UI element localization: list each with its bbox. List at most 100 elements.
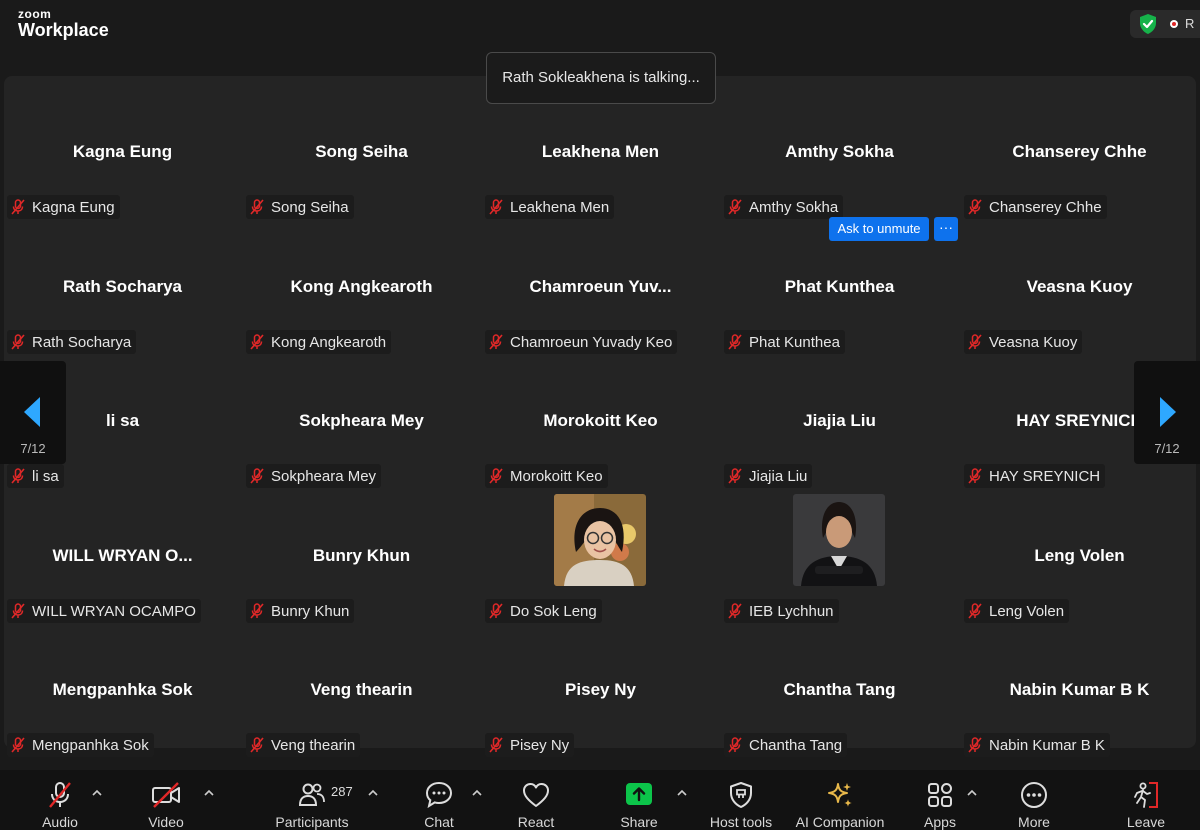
participant-display-name: Nabin Kumar B K xyxy=(1009,680,1150,699)
microphone-muted-icon xyxy=(250,199,264,215)
participant-name-label: HAY SREYNICH xyxy=(964,464,1106,488)
host-tools-shield-icon xyxy=(730,782,752,808)
apps-options-caret-icon[interactable] xyxy=(966,788,978,798)
participant-name: Do Sok Leng xyxy=(510,602,597,620)
participant-tile[interactable]: Morokoitt Keo Morokoitt Keo xyxy=(481,355,720,489)
participant-tile[interactable]: Bunry Khun Bunry Khun xyxy=(242,490,481,624)
participant-name-label: Bunry Khun xyxy=(246,599,355,623)
participant-name: Rath Socharya xyxy=(32,333,132,351)
participant-tile[interactable]: Pisey Ny Pisey Ny xyxy=(481,624,720,758)
participants-count-badge: 287 xyxy=(331,784,353,799)
tile-more-options-button[interactable]: ··· xyxy=(934,217,958,241)
participants-icon xyxy=(298,783,325,806)
participants-options-caret-icon[interactable] xyxy=(367,788,379,798)
participant-photo xyxy=(554,494,646,586)
participant-name-label: Do Sok Leng xyxy=(485,599,602,623)
participant-name-label: Veng thearin xyxy=(246,733,361,757)
participant-display-name: Song Seiha xyxy=(315,142,408,161)
participant-photo xyxy=(793,494,885,586)
participant-name-label: Kagna Eung xyxy=(7,195,120,219)
participants-button[interactable]: Participants xyxy=(262,770,362,830)
microphone-muted-icon xyxy=(728,737,742,753)
shield-check-icon xyxy=(1140,14,1156,34)
participant-tile[interactable]: Chamroeun Yuv... Chamroeun Yuvady Keo xyxy=(481,221,720,355)
participant-name-label: Veasna Kuoy xyxy=(964,330,1083,354)
participant-name-label: Jiajia Liu xyxy=(724,464,813,488)
participant-tile[interactable]: Sokpheara Mey Sokpheara Mey xyxy=(242,355,481,489)
participant-name-label: IEB Lychhun xyxy=(724,599,839,623)
participant-tile[interactable]: Do Sok Leng xyxy=(481,490,720,624)
share-screen-icon xyxy=(626,783,652,805)
participant-tile[interactable]: Kong Angkearoth Kong Angkearoth xyxy=(242,221,481,355)
participant-name-label: Nabin Kumar B K xyxy=(964,733,1110,757)
participant-video xyxy=(554,494,646,586)
audio-button[interactable]: Audio xyxy=(10,770,110,830)
participant-tile[interactable]: Phat Kunthea Phat Kunthea xyxy=(720,221,959,355)
participant-display-name: Chantha Tang xyxy=(783,680,896,699)
microphone-muted-icon xyxy=(250,334,264,350)
security-record-status[interactable]: R xyxy=(1130,10,1200,38)
video-button[interactable]: Video xyxy=(116,770,216,830)
video-options-caret-icon[interactable] xyxy=(203,788,215,798)
chevron-right-icon xyxy=(1160,397,1176,427)
participant-tile[interactable]: Amthy Sokha Amthy Sokha xyxy=(720,86,959,220)
participant-tile[interactable]: Kagna Eung Kagna Eung xyxy=(3,86,242,220)
participant-tile[interactable]: Jiajia Liu Jiajia Liu xyxy=(720,355,959,489)
share-options-caret-icon[interactable] xyxy=(676,788,688,798)
participant-tile[interactable]: IEB Lychhun xyxy=(720,490,959,624)
participant-tile[interactable]: Veng thearin Veng thearin xyxy=(242,624,481,758)
microphone-muted-icon xyxy=(11,603,25,619)
microphone-muted-icon xyxy=(11,334,25,350)
participant-display-name: Rath Socharya xyxy=(62,277,183,296)
participant-name-label: li sa xyxy=(7,464,64,488)
participant-name: Chantha Tang xyxy=(749,736,843,754)
participant-tile[interactable]: Rath Socharya Rath Socharya xyxy=(3,221,242,355)
chat-options-caret-icon[interactable] xyxy=(471,788,483,798)
participant-name: HAY SREYNICH xyxy=(989,467,1101,485)
microphone-muted-icon xyxy=(250,603,264,619)
participant-tile[interactable]: Chantha Tang Chantha Tang xyxy=(720,624,959,758)
participant-tile[interactable]: Leakhena Men Leakhena Men xyxy=(481,86,720,220)
zoom-workplace-logo: zoom Workplace xyxy=(18,8,109,39)
recording-dot-icon xyxy=(1170,20,1178,28)
microphone-muted-icon xyxy=(728,468,742,484)
microphone-muted-icon xyxy=(968,468,982,484)
leave-door-icon xyxy=(1134,782,1158,808)
participant-name-label: Phat Kunthea xyxy=(724,330,845,354)
participant-name: Phat Kunthea xyxy=(749,333,840,351)
participant-display-name: Kagna Eung xyxy=(72,142,173,161)
participant-display-name: Chamroeun Yuv... xyxy=(529,277,672,296)
participant-display-name: Jiajia Liu xyxy=(803,411,876,430)
leave-button[interactable]: Leave xyxy=(1096,770,1196,830)
audio-options-caret-icon[interactable] xyxy=(91,788,103,798)
participant-name: Veng thearin xyxy=(271,736,356,754)
participant-tile[interactable]: Song Seiha Song Seiha xyxy=(242,86,481,220)
video-label: Video xyxy=(148,814,184,830)
participant-tile[interactable]: Chanserey Chhe Chanserey Chhe xyxy=(960,86,1199,220)
participant-tile[interactable]: Veasna Kuoy Veasna Kuoy xyxy=(960,221,1199,355)
page-indicator-left: 7/12 xyxy=(20,441,46,456)
previous-page-button[interactable]: 7/12 xyxy=(0,361,66,464)
participant-display-name: Amthy Sokha xyxy=(785,142,894,161)
participant-tile[interactable]: Leng Volen Leng Volen xyxy=(960,490,1199,624)
microphone-muted-icon xyxy=(489,468,503,484)
next-page-button[interactable]: 7/12 xyxy=(1134,361,1200,464)
participant-tile[interactable]: Nabin Kumar B K Nabin Kumar B K xyxy=(960,624,1199,758)
participant-display-name: Veng thearin xyxy=(310,680,413,699)
participants-label: Participants xyxy=(275,814,349,830)
leave-label: Leave xyxy=(1126,814,1166,830)
sparkle-icon xyxy=(828,783,852,807)
participant-name: Chamroeun Yuvady Keo xyxy=(510,333,673,351)
participant-display-name: Sokpheara Mey xyxy=(299,411,424,430)
more-button[interactable]: More xyxy=(984,770,1084,830)
microphone-muted-icon xyxy=(11,199,25,215)
participant-name-label: Kong Angkearoth xyxy=(246,330,392,354)
microphone-muted-icon xyxy=(728,334,742,350)
participant-tile[interactable]: WILL WRYAN O... WILL WRYAN OCAMPO xyxy=(3,490,242,624)
participant-name: Leakhena Men xyxy=(510,198,610,216)
ask-to-unmute-button[interactable]: Ask to unmute xyxy=(829,217,929,241)
participant-name: WILL WRYAN OCAMPO xyxy=(32,602,196,620)
participant-tile[interactable]: Mengpanhka Sok Mengpanhka Sok xyxy=(3,624,242,758)
microphone-muted-icon xyxy=(11,468,25,484)
microphone-muted-icon xyxy=(728,199,742,215)
